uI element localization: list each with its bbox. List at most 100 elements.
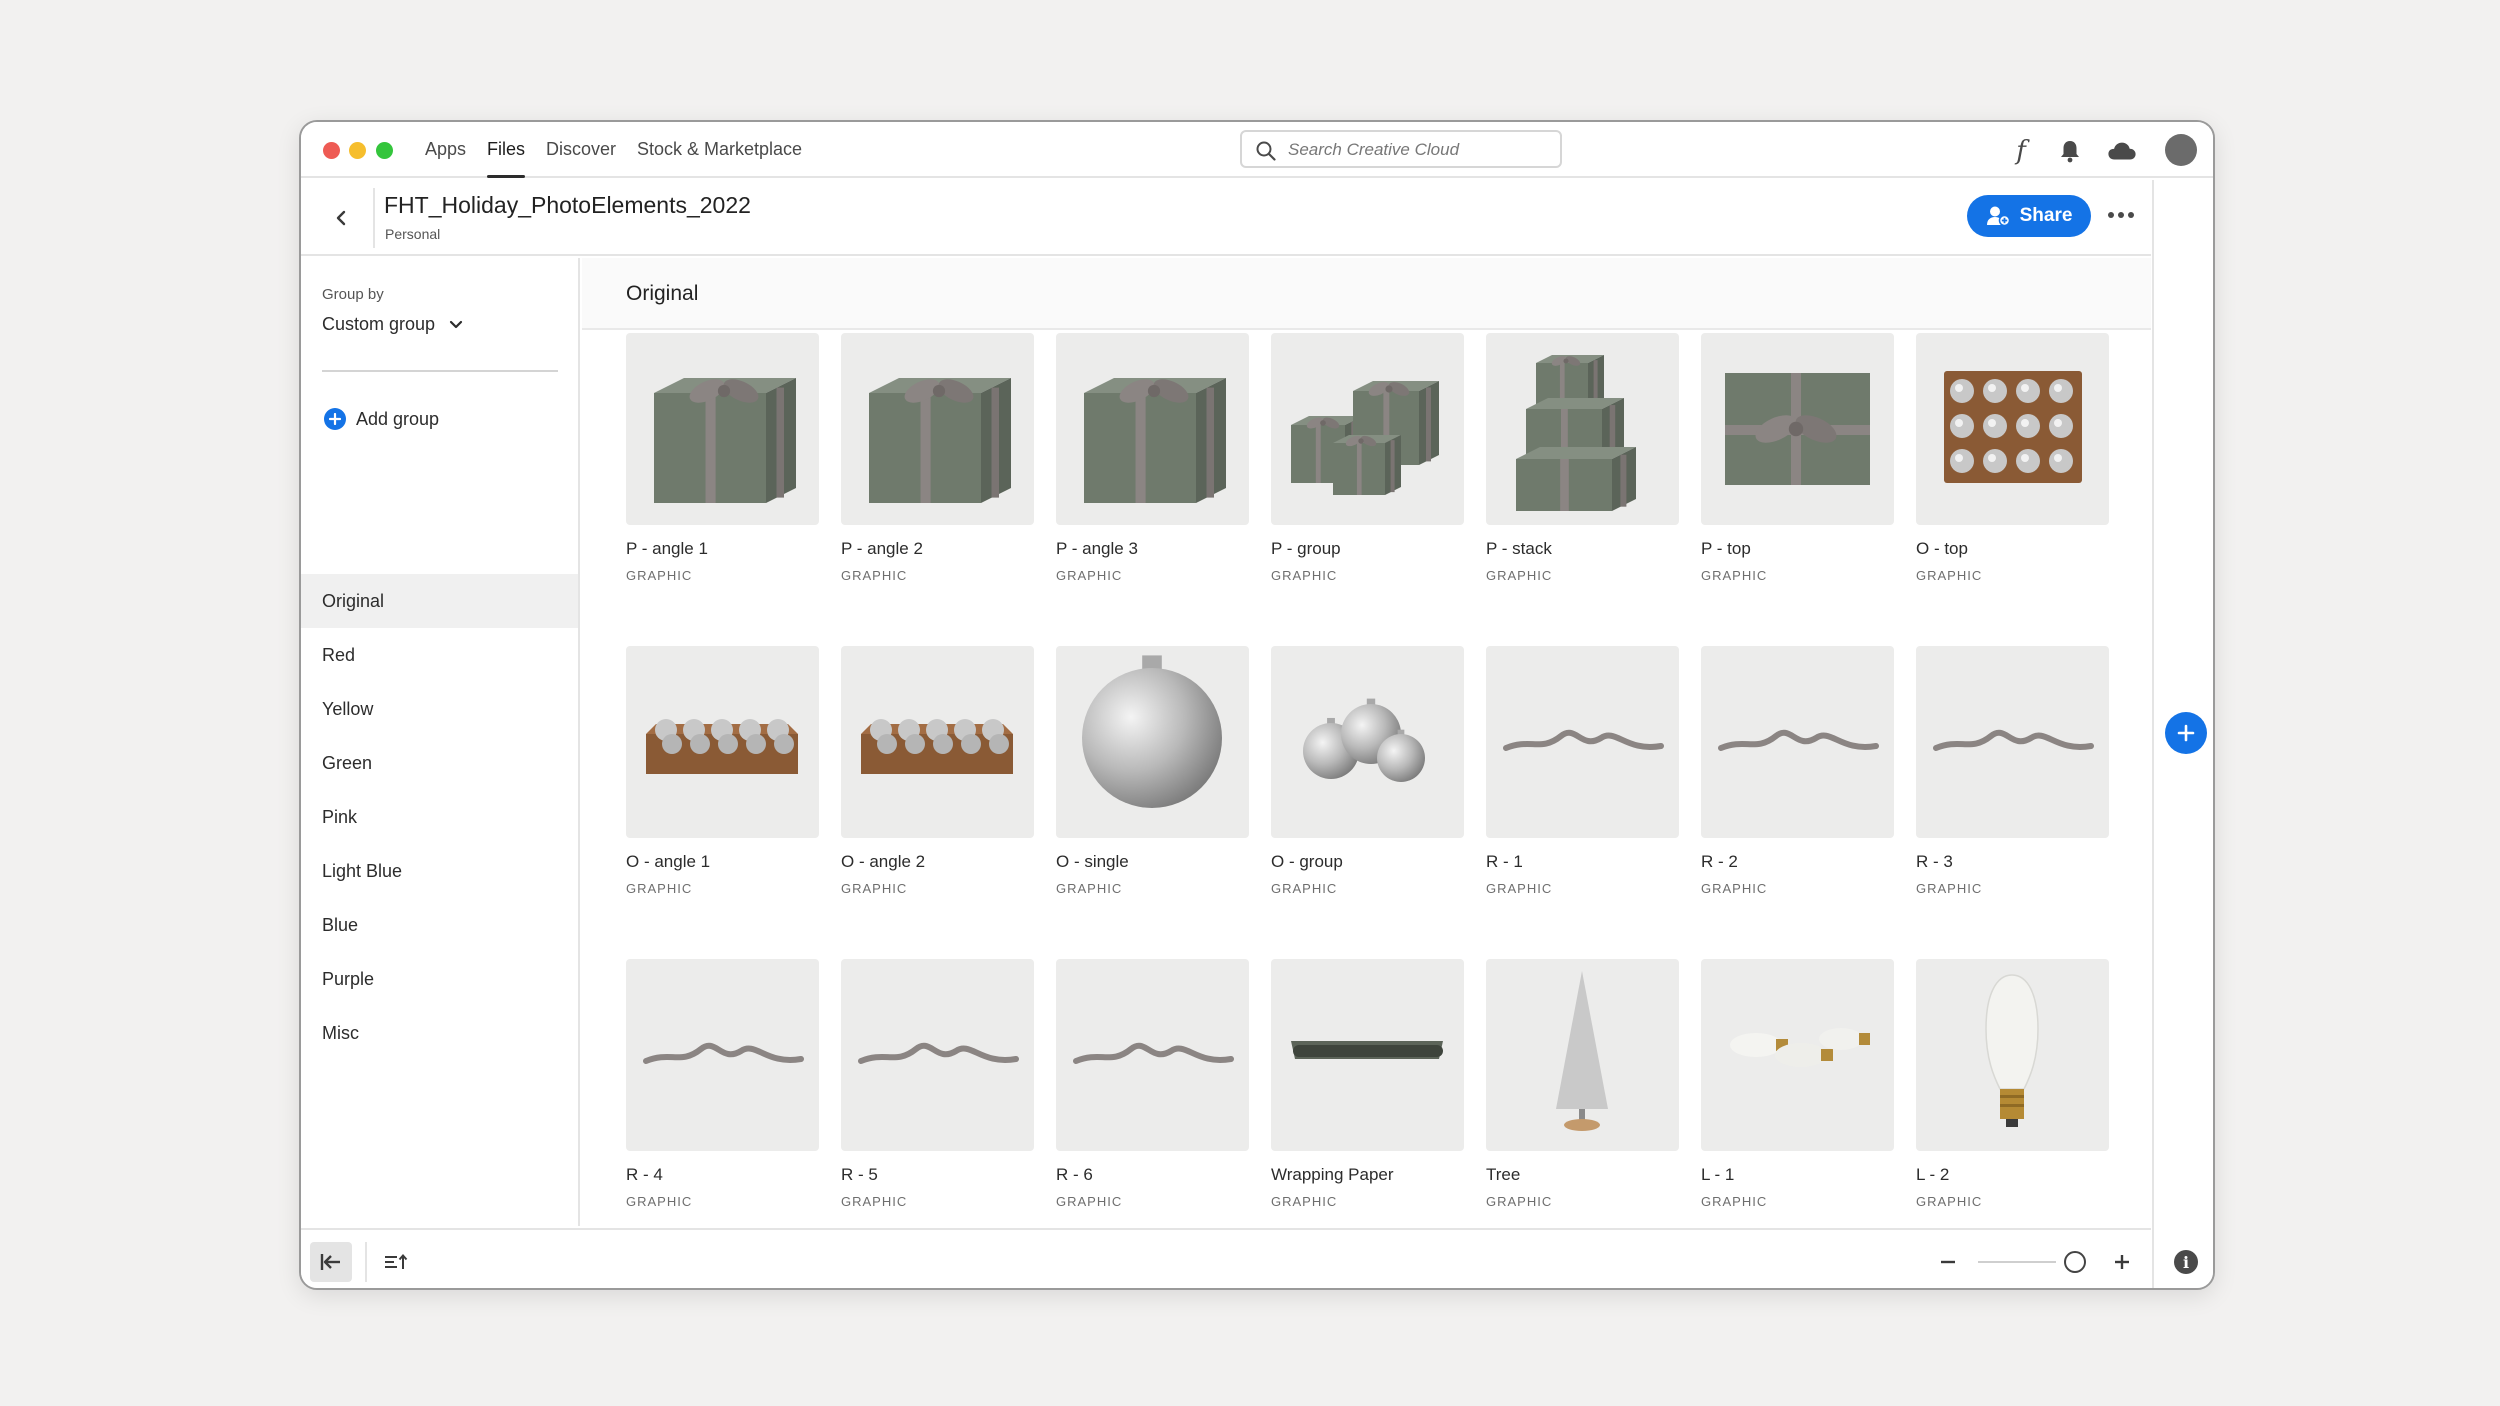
plus-icon	[2115, 1255, 2129, 1269]
asset-name: O - single	[1056, 852, 1129, 871]
asset-thumbnail[interactable]	[841, 959, 1034, 1151]
add-group-button[interactable]: Add group	[324, 408, 439, 430]
asset-image	[1291, 381, 1439, 495]
asset-thumbnail[interactable]	[1486, 959, 1679, 1151]
bottom-divider	[365, 1242, 367, 1282]
add-button[interactable]	[2165, 712, 2207, 754]
info-icon[interactable]: i	[2174, 1250, 2198, 1274]
tab-stock-marketplace[interactable]: Stock & Marketplace	[637, 139, 802, 178]
back-button[interactable]	[327, 204, 355, 232]
asset-type: GRAPHIC	[841, 1194, 908, 1209]
asset-thumbnail[interactable]	[1701, 646, 1894, 838]
tab-files[interactable]: Files	[487, 139, 526, 178]
sidebar-item-yellow[interactable]: Yellow	[301, 682, 578, 736]
plus-icon	[2177, 724, 2195, 742]
asset-thumbnail[interactable]	[1271, 959, 1464, 1151]
page-subtitle: Personal	[385, 226, 441, 242]
asset-type: GRAPHIC	[1701, 568, 1768, 583]
asset-thumbnail[interactable]	[1486, 646, 1679, 838]
asset-type: GRAPHIC	[1486, 1194, 1553, 1209]
asset-name: Tree	[1486, 1165, 1521, 1184]
maximize-window-button[interactable]	[376, 142, 393, 159]
asset-type: GRAPHIC	[1056, 568, 1123, 583]
chevron-down-icon	[449, 320, 463, 328]
asset-thumbnail[interactable]	[626, 333, 819, 525]
sidebar-item-pink[interactable]: Pink	[301, 790, 578, 844]
tab-apps[interactable]: Apps	[425, 139, 466, 178]
asset-name: O - angle 1	[626, 852, 711, 871]
asset-thumbnail[interactable]	[1271, 646, 1464, 838]
sidebar-item-light-blue[interactable]: Light Blue	[301, 844, 578, 898]
sidebar-item-green[interactable]: Green	[301, 736, 578, 790]
section-header: Original	[582, 258, 2151, 330]
zoom-slider-track[interactable]	[1978, 1261, 2056, 1263]
asset-thumbnail[interactable]	[626, 959, 819, 1151]
asset-thumbnail[interactable]	[1486, 333, 1679, 525]
asset-thumbnail[interactable]	[1056, 333, 1249, 525]
asset-image	[1073, 1042, 1234, 1064]
asset-name: P - top	[1701, 539, 1751, 558]
sidebar: Group by Custom group Add group Original…	[301, 258, 580, 1226]
asset-type: GRAPHIC	[1271, 568, 1338, 583]
search-input[interactable]	[1288, 138, 1548, 162]
asset-thumbnail[interactable]	[1916, 333, 2109, 525]
asset-image	[869, 378, 1011, 503]
asset-thumbnail[interactable]	[1056, 646, 1249, 838]
asset-image	[1516, 355, 1636, 511]
asset-name: P - stack	[1486, 539, 1552, 558]
asset-thumbnail[interactable]	[1916, 646, 2109, 838]
sidebar-item-blue[interactable]: Blue	[301, 898, 578, 952]
asset-thumbnail[interactable]	[1701, 959, 1894, 1151]
tab-discover[interactable]: Discover	[546, 139, 616, 178]
asset-image	[1082, 655, 1222, 808]
asset-image	[1985, 974, 2039, 1127]
bottom-bar	[301, 1228, 2151, 1288]
sidebar-item-red[interactable]: Red	[301, 628, 578, 682]
asset-type: GRAPHIC	[1916, 568, 1983, 583]
share-label: Share	[2019, 205, 2073, 226]
asset-thumbnail[interactable]	[841, 646, 1034, 838]
close-window-button[interactable]	[323, 142, 340, 159]
group-by-dropdown[interactable]: Custom group	[322, 314, 463, 335]
sidebar-item-original[interactable]: Original	[301, 574, 578, 628]
minimize-window-button[interactable]	[349, 142, 366, 159]
dot-icon	[2118, 212, 2124, 218]
asset-thumbnail[interactable]	[1916, 959, 2109, 1151]
asset-name: O - angle 2	[841, 852, 926, 871]
share-button[interactable]: Share	[1967, 195, 2091, 237]
group-by-value: Custom group	[322, 314, 436, 334]
asset-image	[1944, 371, 2082, 483]
asset-name: Wrapping Paper	[1271, 1165, 1394, 1184]
sort-button[interactable]	[381, 1247, 411, 1277]
asset-thumbnail[interactable]	[1056, 959, 1249, 1151]
asset-thumbnail[interactable]	[1701, 333, 1894, 525]
sidebar-item-misc[interactable]: Misc	[301, 1006, 578, 1060]
cloud-icon[interactable]	[2107, 136, 2137, 166]
sidebar-item-purple[interactable]: Purple	[301, 952, 578, 1006]
asset-type: GRAPHIC	[1056, 881, 1123, 896]
zoom-in-button[interactable]	[2107, 1247, 2137, 1277]
app-window: Apps Files Discover Stock & Marketplace …	[299, 120, 2215, 1290]
asset-name: R - 3	[1916, 852, 1953, 871]
asset-thumbnail[interactable]	[841, 333, 1034, 525]
bell-icon[interactable]	[2055, 136, 2085, 166]
add-user-icon	[1986, 206, 2010, 227]
search-box[interactable]	[1240, 130, 1562, 168]
asset-image	[1725, 373, 1870, 485]
more-options-button[interactable]	[2103, 200, 2139, 230]
zoom-out-button[interactable]	[1933, 1247, 1963, 1277]
asset-thumbnail[interactable]	[1271, 333, 1464, 525]
asset-type: GRAPHIC	[1916, 881, 1983, 896]
collapse-left-icon	[320, 1254, 340, 1270]
asset-image	[858, 1042, 1019, 1064]
page-title: FHT_Holiday_PhotoElements_2022	[384, 192, 751, 218]
asset-type: GRAPHIC	[841, 881, 908, 896]
asset-name: P - angle 1	[626, 539, 708, 558]
asset-thumbnail[interactable]	[626, 646, 819, 838]
content-area: Original P - angle 1 GRAPHIC P - angle 2 GR…	[582, 258, 2151, 1226]
font-icon[interactable]: f	[2006, 136, 2036, 166]
collapse-sidebar-button[interactable]	[310, 1242, 352, 1282]
zoom-slider-handle[interactable]	[2064, 1251, 2086, 1273]
dot-icon	[2128, 212, 2134, 218]
avatar[interactable]	[2165, 134, 2197, 166]
